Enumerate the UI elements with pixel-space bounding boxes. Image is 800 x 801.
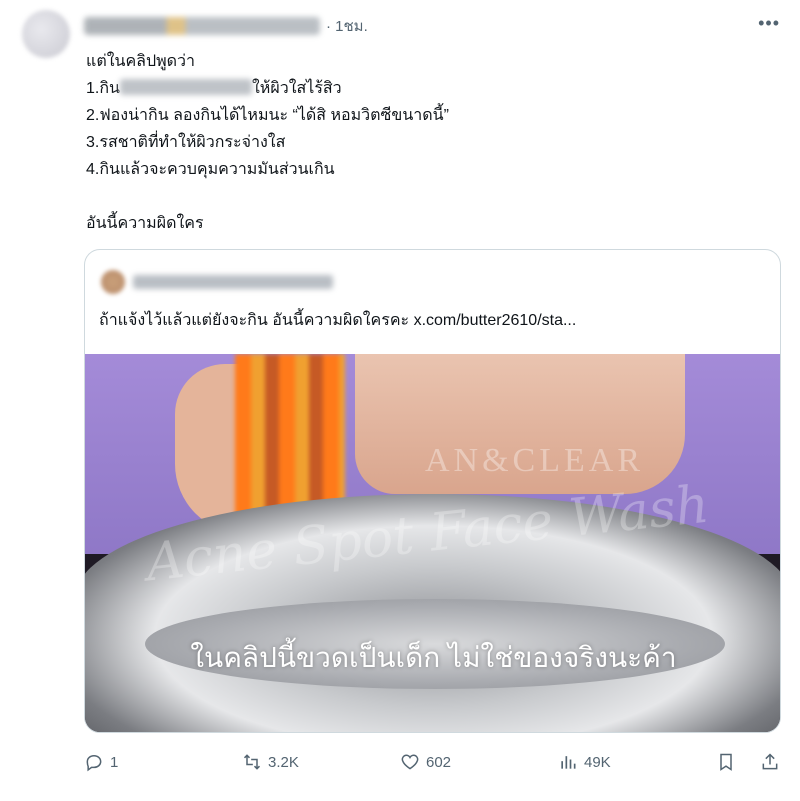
quoted-post-header (101, 270, 333, 294)
post-line-part: ให้ผิวใสไร้สิว (251, 80, 342, 97)
quoted-text: ถ้าแจ้งไว้แล้วแต่ยังจะกิน อันนี้ความผิดใ… (99, 312, 410, 329)
share-button[interactable] (760, 752, 786, 772)
author-name-blurred[interactable] (84, 17, 320, 35)
quoted-post-card[interactable]: ถ้าแจ้งไว้แล้วแต่ยังจะกิน อันนี้ความผิดใ… (84, 249, 781, 733)
video-watermark-brand: AN&CLEAR (425, 442, 644, 479)
quoted-author-name-blurred (133, 275, 333, 289)
post-line: 4.กินแล้วจะควบคุมความมันส่วนเกิน (86, 161, 335, 178)
post-line-part: 1.กิน (86, 80, 120, 97)
bookmark-icon (720, 753, 732, 771)
reply-count: 1 (110, 753, 119, 771)
share-icon (762, 753, 778, 770)
blurred-product-name (119, 79, 252, 95)
video-caption: ในคลิปนี้ขวดเป็นเด็ก ไม่ใช่ของจริงนะค้า (190, 642, 677, 673)
post-line: 3.รสชาติที่ทำให้ผิวกระจ่างใส (86, 134, 286, 151)
post-timestamp[interactable]: · 1ชม. (326, 14, 368, 38)
author-avatar[interactable] (22, 10, 70, 58)
views-button[interactable]: 49K (558, 752, 611, 772)
post-line: แต่ในคลิปพูดว่า (86, 53, 196, 70)
more-horizontal-icon[interactable]: ••• (758, 14, 780, 32)
quoted-link[interactable]: x.com/butter2610/sta... (414, 312, 577, 329)
post-text: แต่ในคลิปพูดว่า 1.กิน ให้ผิวใสไร้สิว 2.ฟอ… (86, 48, 449, 237)
repost-button[interactable]: 3.2K (242, 752, 299, 772)
post-line: อันนี้ความผิดใคร (86, 215, 204, 232)
like-count: 602 (426, 753, 452, 771)
reply-button[interactable]: 1 (84, 752, 118, 772)
heart-icon (401, 754, 419, 770)
repost-count: 3.2K (268, 753, 299, 771)
like-button[interactable]: 602 (400, 752, 451, 772)
views-bar-chart-icon (561, 756, 576, 769)
post-header: · 1ชม. (84, 14, 368, 38)
repost-icon (243, 754, 261, 770)
post-actions-bar: 1 3.2K 602 49K (84, 752, 784, 776)
views-count: 49K (584, 753, 611, 771)
quoted-author-avatar (101, 270, 125, 294)
quoted-video[interactable]: AN&CLEAR Acne Spot Face Wash ในคลิปนี้ขว… (85, 354, 780, 732)
reply-icon (86, 754, 102, 772)
post-line: 1.กิน ให้ผิวใสไร้สิว (86, 75, 449, 102)
post-line: 2.ฟองน่ากิน ลองกินได้ไหมนะ “ได้สิ หอมวิต… (86, 107, 449, 124)
quoted-post-text: ถ้าแจ้งไว้แล้วแต่ยังจะกิน อันนี้ความผิดใ… (99, 308, 576, 333)
bookmark-button[interactable] (716, 752, 742, 772)
